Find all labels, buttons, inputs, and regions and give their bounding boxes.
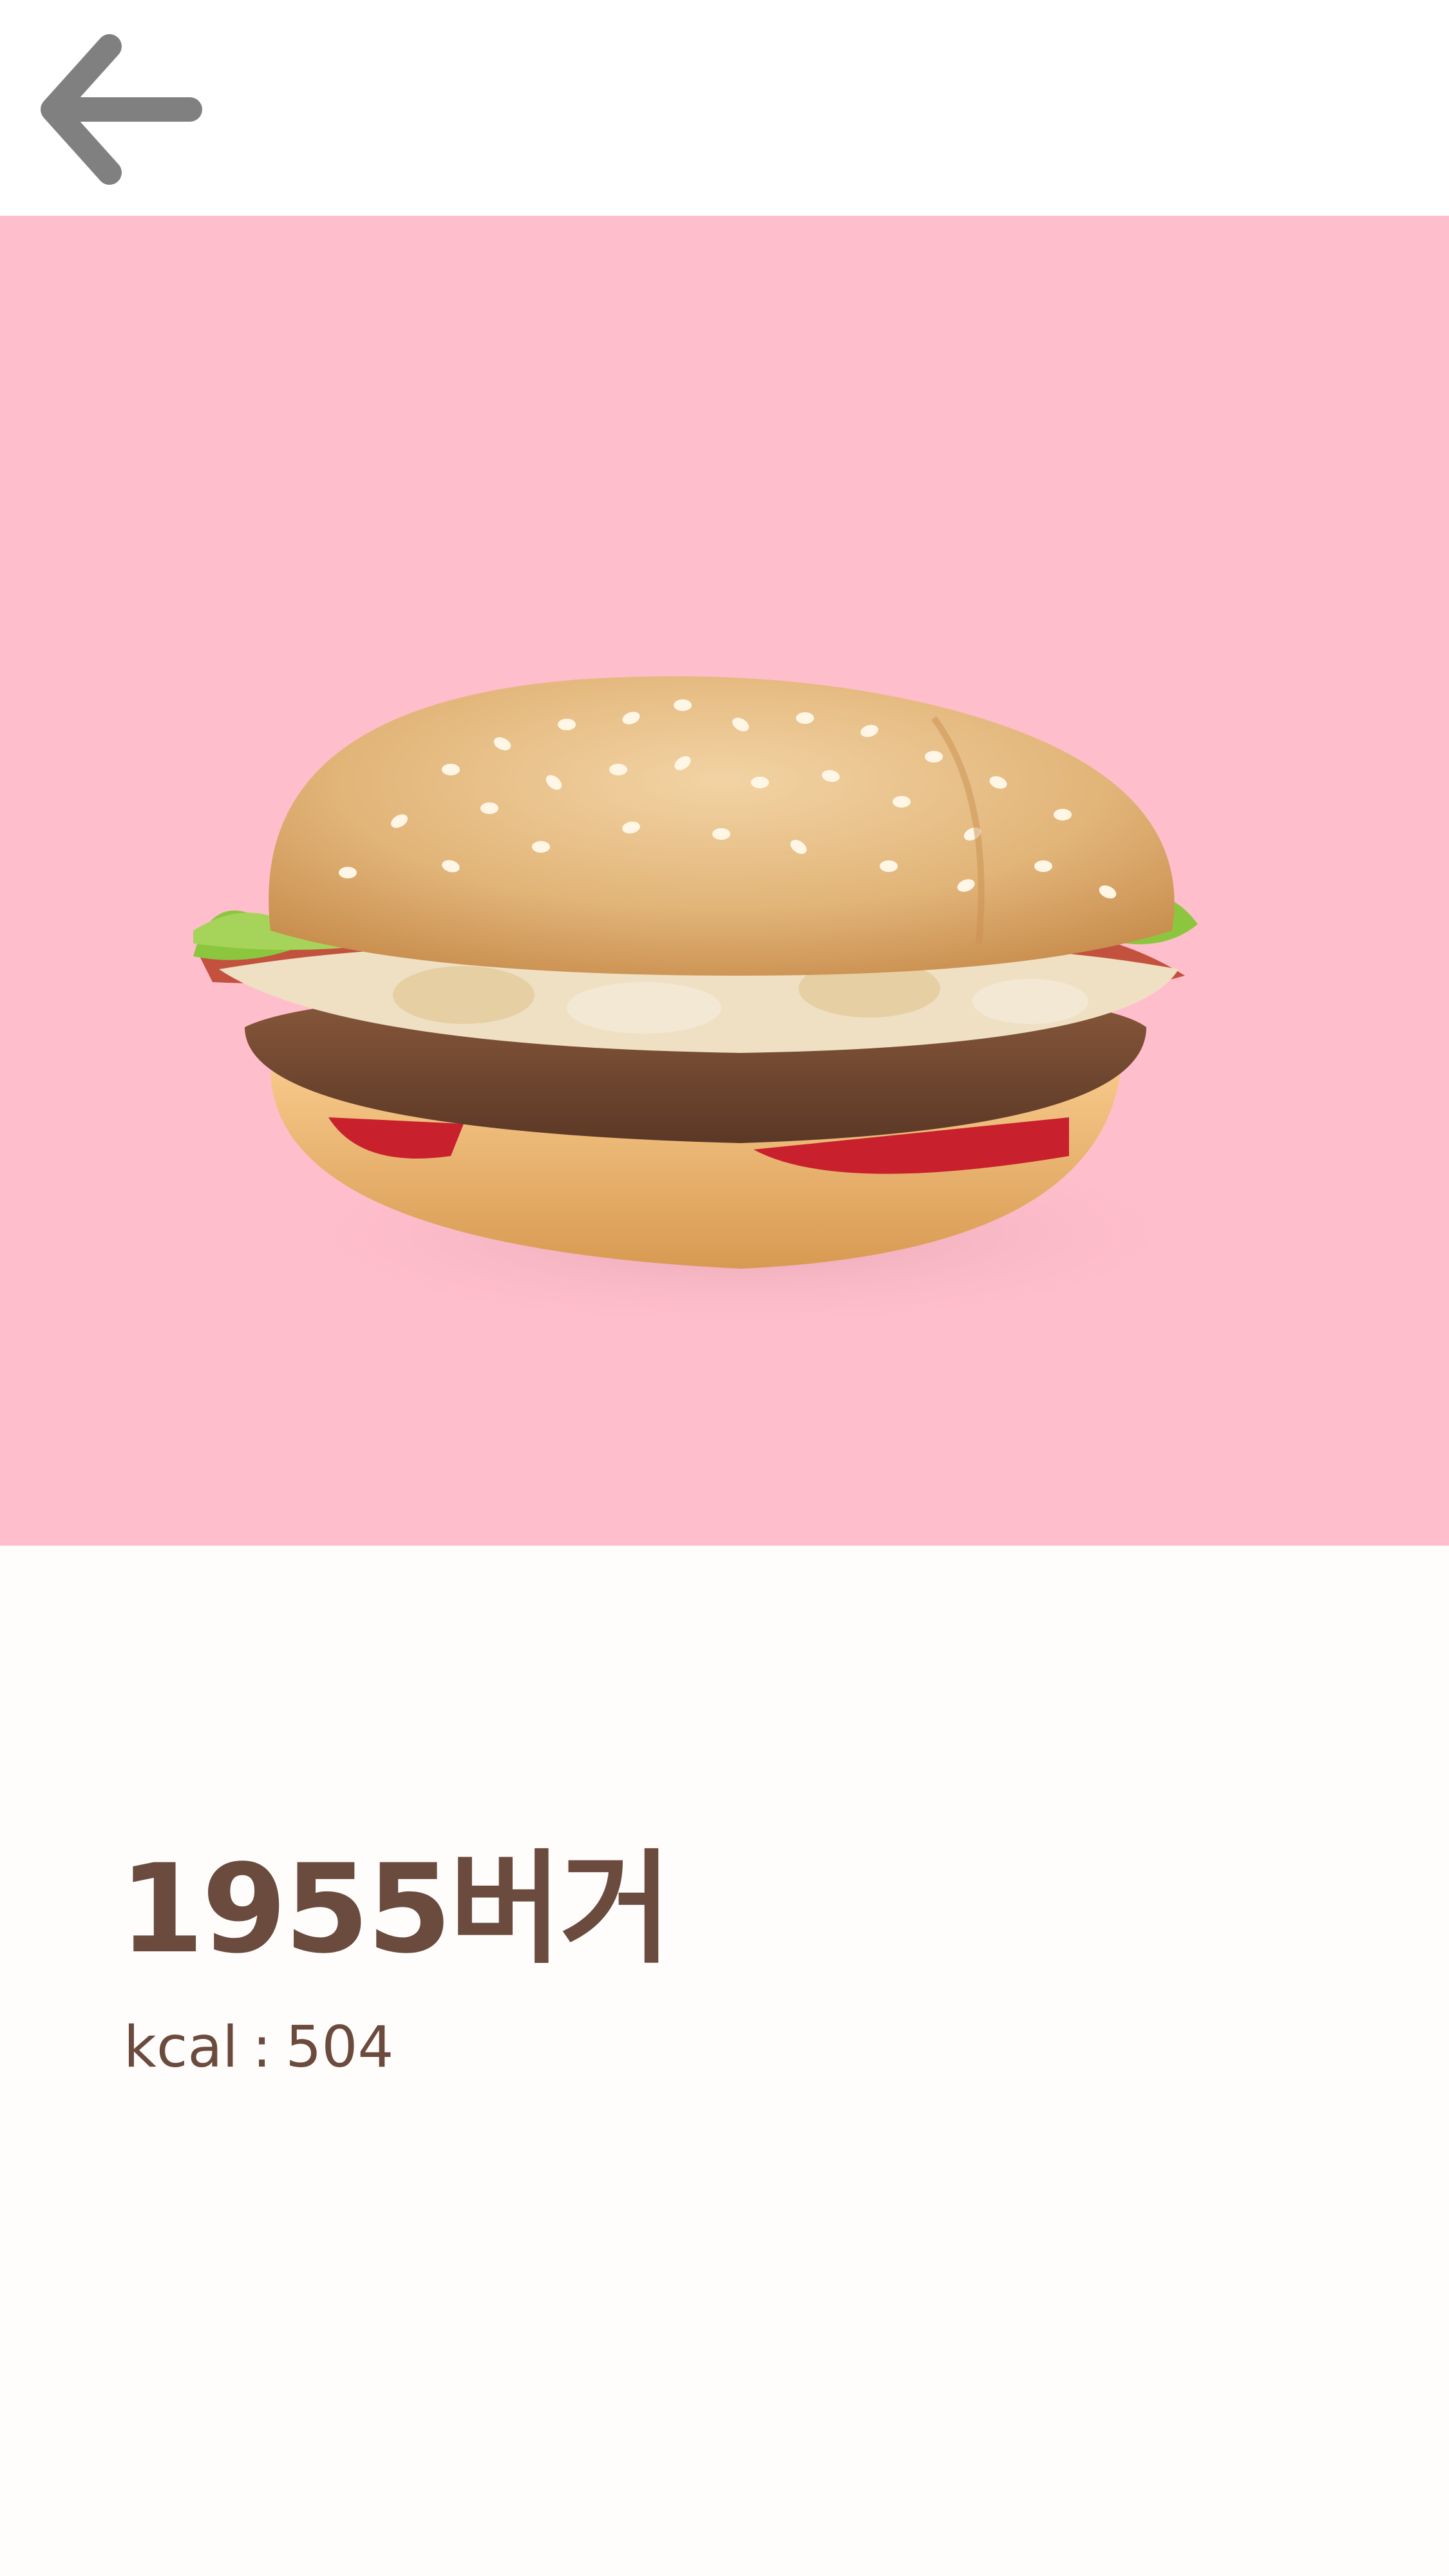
burger-image: [193, 676, 1230, 1336]
arrow-left-icon: [41, 34, 202, 185]
product-image-area: [0, 216, 1449, 1546]
kcal-label: kcal: [124, 2014, 238, 2080]
top-bar: [0, 0, 1449, 216]
product-name: 1955버거: [119, 1838, 672, 1980]
back-button[interactable]: [39, 32, 206, 187]
kcal-value: 504: [285, 2014, 394, 2080]
product-info: 1955버거 kcal:504: [0, 1546, 1449, 2576]
product-calories: kcal:504: [124, 2019, 393, 2076]
kcal-separator: :: [252, 2014, 272, 2080]
